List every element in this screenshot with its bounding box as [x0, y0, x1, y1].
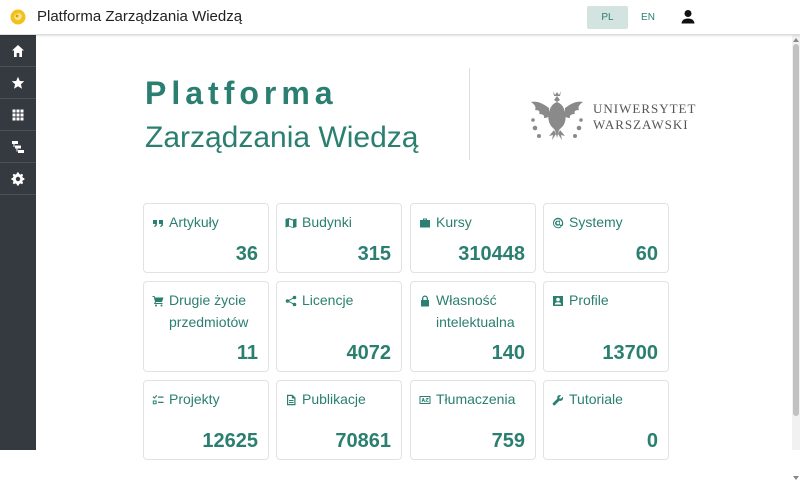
stat-card-wlasnosc[interactable]: Własność intelektualna 140: [410, 281, 536, 372]
stat-value: 4072: [346, 342, 392, 364]
sidebar-item-favorites[interactable]: [0, 67, 36, 99]
stat-card-drugie-zycie[interactable]: Drugie życie przedmiotów 11: [143, 281, 269, 372]
university-eagle-emblem-icon: [531, 91, 583, 140]
stat-card-profile[interactable]: Profile 13700: [543, 281, 669, 372]
stat-label: Budynki: [302, 214, 352, 230]
stat-value: 11: [236, 342, 258, 364]
stat-label: Drugie życie przedmiotów: [169, 292, 249, 330]
university-name-line1: UNIWERSYTET: [593, 101, 697, 116]
gear-icon: [11, 171, 25, 186]
stat-card-licencje[interactable]: Licencje 4072: [276, 281, 402, 372]
stat-label: Systemy: [569, 214, 623, 230]
translate-icon: [419, 393, 431, 405]
stat-label: Publikacje: [302, 391, 366, 407]
scroll-down-arrow-icon[interactable]: [793, 476, 799, 480]
hero-subtitle: Zarządzania Wiedzą: [145, 121, 419, 154]
stat-value: 13700: [602, 342, 658, 364]
lock-icon: [419, 294, 431, 307]
lang-pl-button[interactable]: PL: [587, 6, 628, 29]
stat-label: Projekty: [169, 391, 220, 407]
hero-divider: [469, 68, 470, 160]
stat-card-kursy[interactable]: Kursy 310448: [410, 203, 536, 273]
sidebar-item-home[interactable]: [0, 35, 36, 67]
home-icon: [12, 44, 24, 57]
stat-card-tutoriale[interactable]: Tutoriale 0: [543, 380, 669, 460]
quote-icon: [152, 216, 164, 228]
stat-card-systemy[interactable]: Systemy 60: [543, 203, 669, 273]
map-icon: [285, 216, 297, 228]
stat-label: Własność intelektualna: [436, 292, 515, 330]
hero-title: Platforma: [145, 75, 338, 111]
stat-value: 36: [235, 243, 258, 265]
star-icon: [11, 76, 25, 89]
user-icon[interactable]: [679, 8, 697, 26]
share-icon: [285, 294, 297, 307]
briefcase-icon: [419, 216, 431, 228]
stat-card-projekty[interactable]: Projekty 12625: [143, 380, 269, 460]
scroll-up-arrow-icon[interactable]: [793, 38, 799, 42]
sidebar-item-apps[interactable]: [0, 99, 36, 131]
cart-icon: [152, 294, 164, 307]
stat-card-tlumaczenia[interactable]: Tłumaczenia 759: [410, 380, 536, 460]
lang-en-button[interactable]: EN: [634, 6, 662, 29]
tree-icon: [12, 140, 24, 153]
brain-logo-icon[interactable]: [9, 8, 27, 26]
profile-icon: [552, 294, 564, 306]
stat-label: Tutoriale: [569, 391, 623, 407]
stat-value: 310448: [458, 243, 525, 265]
stat-label: Tłumaczenia: [436, 391, 516, 407]
stat-label: Artykuły: [169, 214, 219, 230]
stat-card-artykuly[interactable]: Artykuły 36: [143, 203, 269, 273]
sidebar-item-structure[interactable]: [0, 131, 36, 163]
university-name-line2: WARSZAWSKI: [593, 117, 689, 132]
stat-label: Profile: [569, 292, 609, 308]
stat-value: 140: [491, 342, 525, 364]
top-bar: Platforma Zarządzania Wiedzą PL EN: [0, 0, 800, 35]
wrench-icon: [552, 393, 564, 406]
stat-label: Kursy: [436, 214, 472, 230]
stat-card-budynki[interactable]: Budynki 315: [276, 203, 402, 273]
university-name: UNIWERSYTET WARSZAWSKI: [593, 101, 696, 133]
stat-card-publikacje[interactable]: Publikacje 70861: [276, 380, 402, 460]
app-title: Platforma Zarządzania Wiedzą: [37, 8, 243, 25]
scrollbar[interactable]: [792, 35, 800, 480]
sidebar: [0, 35, 36, 450]
stat-value: 315: [357, 243, 391, 265]
sidebar-item-settings[interactable]: [0, 163, 36, 195]
checklist-icon: [152, 393, 164, 405]
document-icon: [285, 393, 297, 406]
at-icon: [552, 216, 564, 229]
stat-label: Licencje: [302, 292, 354, 308]
stat-value: 60: [635, 243, 658, 265]
scroll-thumb[interactable]: [793, 44, 799, 416]
grid-icon: [12, 109, 24, 120]
